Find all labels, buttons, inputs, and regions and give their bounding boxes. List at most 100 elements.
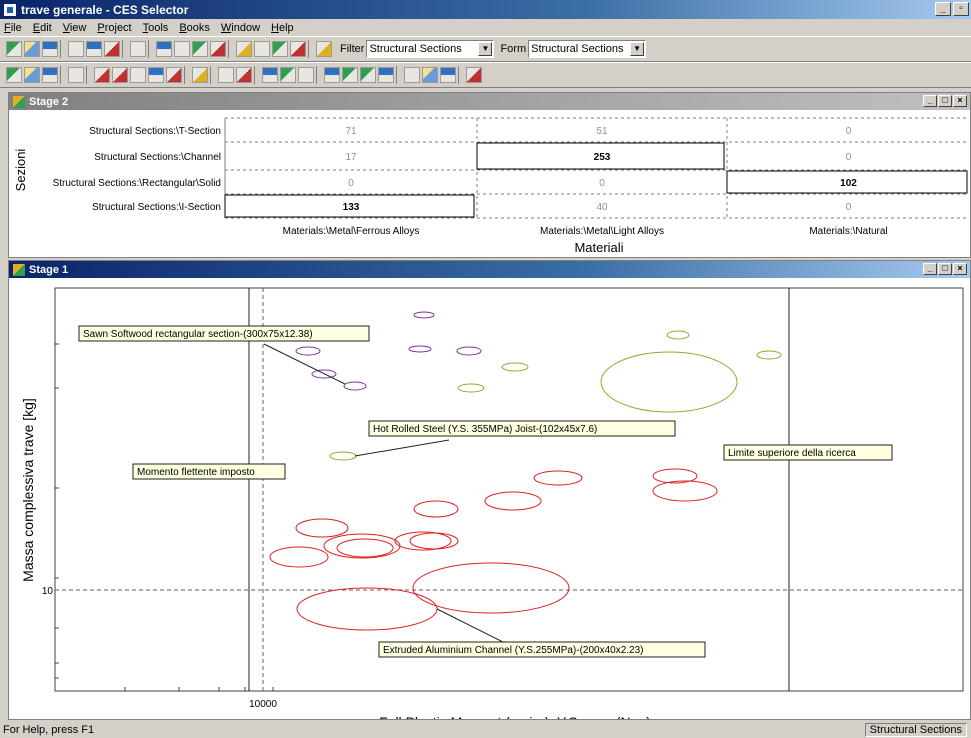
- menu-books[interactable]: Books: [179, 22, 210, 34]
- stage2-title-bar[interactable]: Stage 2 _ □ ×: [9, 93, 970, 110]
- menu-window[interactable]: Window: [221, 22, 260, 34]
- arrow-up-icon[interactable]: [360, 67, 376, 83]
- chart-icon[interactable]: [210, 41, 226, 57]
- cell-value: 71: [345, 126, 357, 137]
- material-bubble[interactable]: [269, 546, 329, 568]
- help-icon[interactable]: [316, 41, 332, 57]
- window-icon[interactable]: [156, 41, 172, 57]
- copy-icon[interactable]: [86, 41, 102, 57]
- binoculars-icon[interactable]: [404, 67, 420, 83]
- status-bar: For Help, press F1 Structural Sections: [0, 722, 971, 738]
- chevron-down-icon[interactable]: ▼: [478, 42, 493, 56]
- material-bubble[interactable]: [329, 451, 357, 461]
- polygon-icon[interactable]: [166, 67, 182, 83]
- toolbar-separator: [86, 66, 90, 84]
- app-icon: [3, 2, 17, 17]
- table-icon[interactable]: [174, 41, 190, 57]
- menu-edit[interactable]: Edit: [33, 22, 52, 34]
- axes-icon[interactable]: [298, 67, 314, 83]
- material-bubble[interactable]: [457, 383, 485, 393]
- selection-icon[interactable]: [236, 41, 252, 57]
- binoculars-icon[interactable]: [254, 41, 270, 57]
- maximize-button[interactable]: □: [938, 95, 952, 107]
- material-bubble[interactable]: [295, 518, 349, 538]
- line-select-icon[interactable]: [112, 67, 128, 83]
- minimize-button[interactable]: _: [923, 263, 937, 275]
- zoom-out-icon[interactable]: [236, 67, 252, 83]
- stage-icon[interactable]: [42, 67, 58, 83]
- filter-select[interactable]: Structural Sections ▼: [366, 40, 495, 58]
- paste-icon[interactable]: [104, 41, 120, 57]
- restore-button[interactable]: ▫: [953, 2, 969, 16]
- compare-icon[interactable]: [290, 41, 306, 57]
- row-label: Structural Sections:\I-Section: [92, 202, 221, 213]
- material-bubble[interactable]: [343, 381, 367, 391]
- results-icon[interactable]: [422, 67, 438, 83]
- copy-icon[interactable]: [440, 67, 456, 83]
- material-bubble[interactable]: [323, 533, 401, 559]
- box-icon[interactable]: [130, 67, 146, 83]
- menu-view[interactable]: View: [63, 22, 87, 34]
- stage1-chart[interactable]: 10000 10 Full Plastic Moment (major), Y.S_…: [9, 278, 970, 719]
- close-button[interactable]: ×: [953, 263, 967, 275]
- menu-project[interactable]: Project: [97, 22, 131, 34]
- minimize-button[interactable]: _: [935, 2, 951, 16]
- home-icon[interactable]: [466, 67, 482, 83]
- material-bubble[interactable]: [533, 470, 583, 486]
- annotation-label: Momento flettente imposto: [137, 467, 255, 478]
- arrow-down-icon[interactable]: [342, 67, 358, 83]
- open-icon[interactable]: [24, 41, 40, 57]
- material-bubble[interactable]: [295, 346, 321, 356]
- stage1-title-bar[interactable]: Stage 1 _ □ ×: [9, 261, 970, 278]
- label-icon[interactable]: [192, 67, 208, 83]
- material-bubble[interactable]: [652, 480, 718, 502]
- annotation-label: Extruded Aluminium Channel (Y.S.255MPa)-…: [383, 645, 644, 656]
- material-bubble[interactable]: [394, 531, 452, 551]
- title-bar[interactable]: trave generale - CES Selector _ ▫: [0, 0, 971, 19]
- material-bubble[interactable]: [408, 345, 432, 353]
- maximize-button[interactable]: □: [938, 263, 952, 275]
- stage-icon[interactable]: [24, 67, 40, 83]
- material-bubble[interactable]: [336, 538, 394, 558]
- export-icon[interactable]: [324, 67, 340, 83]
- line-icon[interactable]: [94, 67, 110, 83]
- stage-icon[interactable]: [6, 67, 22, 83]
- record-icon[interactable]: [272, 41, 288, 57]
- menu-help[interactable]: Help: [271, 22, 294, 34]
- form-label: Form: [500, 43, 527, 55]
- material-bubble[interactable]: [296, 587, 438, 631]
- minimize-button[interactable]: _: [923, 95, 937, 107]
- hide-icon[interactable]: [262, 67, 278, 83]
- toolbar-separator: [458, 66, 462, 84]
- material-bubble[interactable]: [456, 346, 482, 356]
- pointer-icon[interactable]: [68, 67, 84, 83]
- box-select-icon[interactable]: [148, 67, 164, 83]
- material-bubble[interactable]: [756, 350, 782, 360]
- status-selection: Structural Sections: [864, 723, 967, 737]
- material-bubble[interactable]: [600, 351, 738, 413]
- zoom-in-icon[interactable]: [218, 67, 234, 83]
- plot-icon[interactable]: [280, 67, 296, 83]
- material-bubble[interactable]: [413, 311, 435, 319]
- cell-value: 0: [846, 202, 852, 213]
- cut-icon[interactable]: [68, 41, 84, 57]
- grid-icon[interactable]: [192, 41, 208, 57]
- form-select[interactable]: Structural Sections ▼: [528, 40, 647, 58]
- print-icon[interactable]: [130, 41, 146, 57]
- menu-bar: File Edit View Project Tools Books Windo…: [0, 19, 971, 36]
- toolbar-separator: [228, 40, 232, 58]
- chevron-down-icon[interactable]: ▼: [630, 42, 645, 56]
- toolbar-separator: [60, 66, 64, 84]
- menu-file[interactable]: File: [4, 22, 22, 34]
- arrow-left-icon[interactable]: [378, 67, 394, 83]
- material-bubble[interactable]: [484, 491, 542, 511]
- save-icon[interactable]: [42, 41, 58, 57]
- menu-tools[interactable]: Tools: [143, 22, 169, 34]
- material-bubble[interactable]: [413, 500, 459, 518]
- cell-value: 17: [345, 152, 357, 163]
- cell-value: 102: [840, 178, 857, 189]
- new-icon[interactable]: [6, 41, 22, 57]
- material-bubble[interactable]: [501, 362, 529, 372]
- close-button[interactable]: ×: [953, 95, 967, 107]
- material-bubble[interactable]: [666, 330, 690, 340]
